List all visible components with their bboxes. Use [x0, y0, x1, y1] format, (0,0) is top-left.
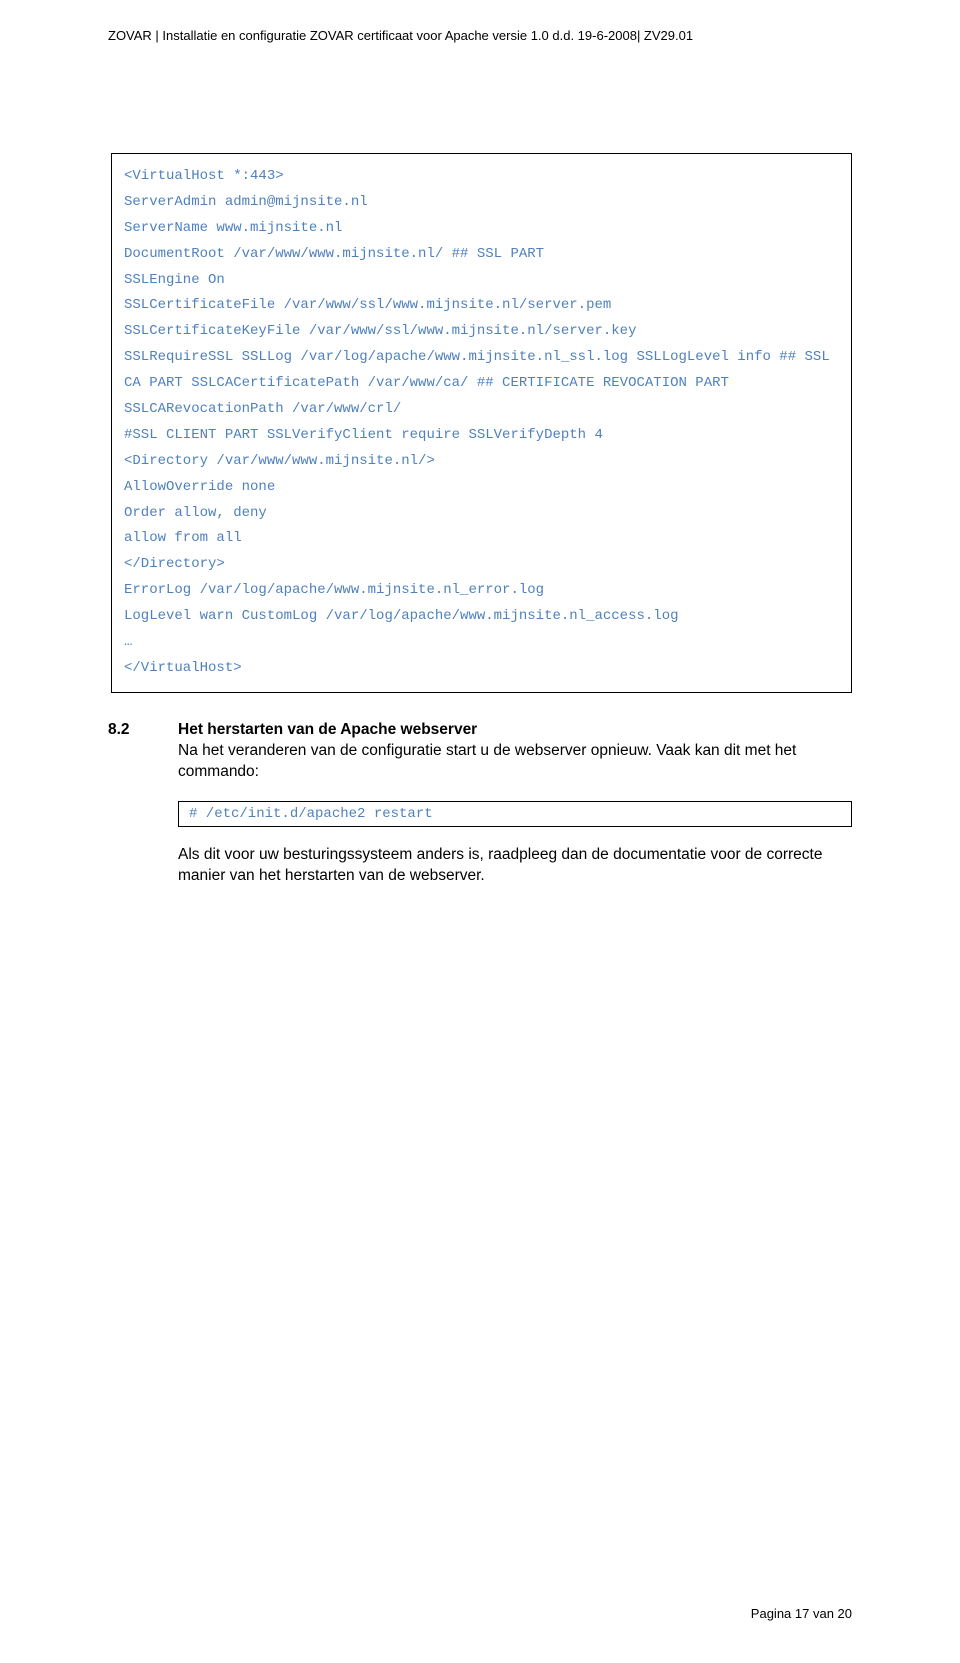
- code-line: </VirtualHost>: [124, 656, 839, 682]
- section-text: Na het veranderen van de configuratie st…: [178, 741, 852, 783]
- code-line: <Directory /var/www/www.mijnsite.nl/>: [124, 449, 839, 475]
- code-line: <VirtualHost *:443>: [124, 164, 839, 190]
- section-title: Het herstarten van de Apache webserver: [178, 721, 852, 739]
- code-line: ServerName www.mijnsite.nl: [124, 216, 839, 242]
- code-line: SSLRequireSSL SSLLog /var/log/apache/www…: [124, 345, 839, 397]
- section-body: Het herstarten van de Apache webserver N…: [178, 721, 852, 783]
- running-header: ZOVAR | Installatie en configuratie ZOVA…: [108, 28, 852, 43]
- code-line: LogLevel warn CustomLog /var/log/apache/…: [124, 604, 839, 630]
- restart-command-code-block: # /etc/init.d/apache2 restart: [178, 801, 852, 827]
- code-line: SSLCertificateKeyFile /var/www/ssl/www.m…: [124, 319, 839, 345]
- apache-config-code-block: <VirtualHost *:443> ServerAdmin admin@mi…: [111, 153, 852, 693]
- code-line: DocumentRoot /var/www/www.mijnsite.nl/ #…: [124, 242, 839, 268]
- section-number: 8.2: [108, 721, 178, 739]
- code-line: AllowOverride none: [124, 475, 839, 501]
- code-line: allow from all: [124, 526, 839, 552]
- followup-paragraph: Als dit voor uw besturingssysteem anders…: [178, 845, 852, 887]
- code-line: </Directory>: [124, 552, 839, 578]
- code-line: Order allow, deny: [124, 501, 839, 527]
- page-footer: Pagina 17 van 20: [751, 1606, 852, 1621]
- code-line: SSLEngine On: [124, 268, 839, 294]
- code-line: ErrorLog /var/log/apache/www.mijnsite.nl…: [124, 578, 839, 604]
- section-8-2: 8.2 Het herstarten van de Apache webserv…: [108, 721, 852, 783]
- code-line: …: [124, 630, 839, 656]
- code-line: SSLCertificateFile /var/www/ssl/www.mijn…: [124, 293, 839, 319]
- code-line: #SSL CLIENT PART SSLVerifyClient require…: [124, 423, 839, 449]
- code-line: ServerAdmin admin@mijnsite.nl: [124, 190, 839, 216]
- code-line: SSLCARevocationPath /var/www/crl/: [124, 397, 839, 423]
